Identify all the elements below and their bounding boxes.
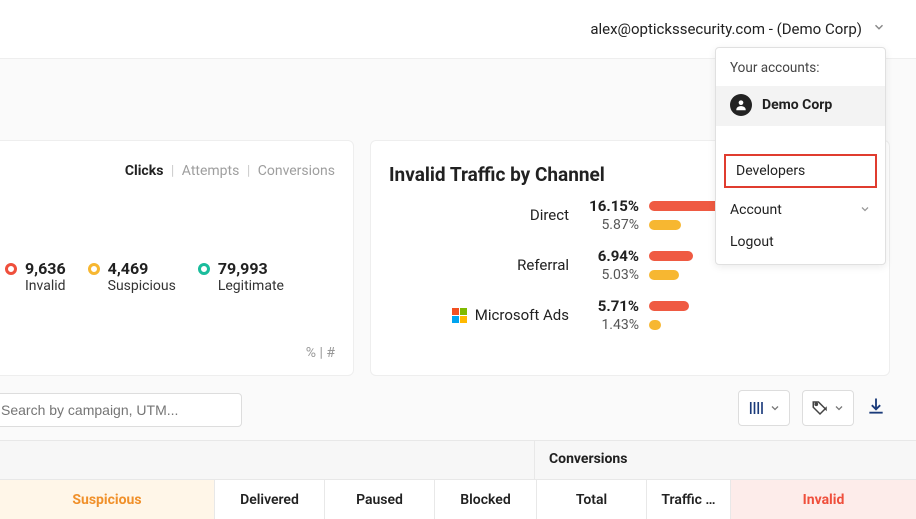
developers-link[interactable]: Developers xyxy=(724,154,877,188)
microsoft-icon xyxy=(452,308,467,323)
channel-name: Microsoft Ads xyxy=(389,306,569,324)
stats-row: 9,636 Invalid 4,469 Suspicious 79,993 Le… xyxy=(5,259,339,294)
table-toolbar xyxy=(738,390,886,426)
data-table: Conversions Suspicious Delivered Paused … xyxy=(0,440,916,519)
tag-icon xyxy=(811,399,829,417)
tags-button[interactable] xyxy=(802,390,854,426)
chevron-down-icon xyxy=(859,203,871,218)
card-title: Invalid Traffic by Channel xyxy=(389,163,605,186)
dropdown-title: Your accounts: xyxy=(716,48,885,86)
stat-label: Suspicious xyxy=(108,278,176,294)
chevron-down-icon xyxy=(769,402,781,414)
dot-icon xyxy=(88,263,100,275)
stat-value: 79,993 xyxy=(218,259,284,278)
stat-value: 4,469 xyxy=(108,259,176,278)
chevron-down-icon xyxy=(833,402,845,414)
developers-label: Developers xyxy=(736,163,805,179)
columns-icon xyxy=(747,399,765,417)
summary-card: Clicks | Attempts | Conversions 9,636 In… xyxy=(0,140,354,376)
stat-suspicious: 4,469 Suspicious xyxy=(88,259,176,294)
account-label: Account xyxy=(730,202,782,218)
group-conversions: Conversions xyxy=(535,441,916,479)
dot-icon xyxy=(5,263,17,275)
bar-suspicious xyxy=(649,220,681,230)
dot-icon xyxy=(198,263,210,275)
bar-invalid xyxy=(649,251,693,261)
logout-label: Logout xyxy=(730,234,774,250)
tab-conversions[interactable]: Conversions xyxy=(258,163,335,179)
stat-legitimate: 79,993 Legitimate xyxy=(198,259,284,294)
channel-name: Direct xyxy=(389,206,569,224)
col-blocked[interactable]: Blocked xyxy=(435,479,537,519)
bar-invalid xyxy=(649,301,689,311)
stat-label: Invalid xyxy=(25,278,66,294)
col-suspicious[interactable]: Suspicious xyxy=(0,479,215,519)
channel-name: Referral xyxy=(389,256,569,274)
chevron-down-icon xyxy=(872,20,886,38)
logout-link[interactable]: Logout xyxy=(716,226,885,258)
col-total[interactable]: Total xyxy=(537,479,647,519)
columns-button[interactable] xyxy=(738,390,790,426)
stat-label: Legitimate xyxy=(218,278,284,294)
col-delivered[interactable]: Delivered xyxy=(215,479,325,519)
col-traffic[interactable]: Traffic … xyxy=(647,479,731,519)
stat-invalid: 9,636 Invalid xyxy=(5,259,66,294)
channel-row-microsoft-ads: Microsoft Ads 5.71% 1.43% xyxy=(389,297,871,333)
table-group-row: Conversions xyxy=(0,441,916,479)
summary-tabs: Clicks | Attempts | Conversions xyxy=(125,163,335,179)
account-switcher[interactable]: alex@optickssecurity.com - (Demo Corp) xyxy=(590,20,886,38)
stat-value: 9,636 xyxy=(25,259,66,278)
search-input[interactable] xyxy=(0,393,242,427)
bar-suspicious xyxy=(649,270,679,280)
account-dropdown: Your accounts: Demo Corp Developers Acco… xyxy=(715,47,886,265)
channel-pct-invalid: 16.15% xyxy=(579,197,639,215)
tab-clicks[interactable]: Clicks xyxy=(125,163,164,179)
channel-pct-suspicious: 5.87% xyxy=(579,217,639,233)
download-button[interactable] xyxy=(866,396,886,420)
col-invalid[interactable]: Invalid xyxy=(731,479,916,519)
col-paused[interactable]: Paused xyxy=(325,479,435,519)
dropdown-spacer xyxy=(716,126,885,154)
channel-pct-suspicious: 1.43% xyxy=(579,317,639,333)
account-item-label: Demo Corp xyxy=(762,97,832,113)
table-header-row: Suspicious Delivered Paused Blocked Tota… xyxy=(0,479,916,519)
tab-attempts[interactable]: Attempts xyxy=(182,163,240,179)
value-mode-toggle[interactable]: % | # xyxy=(306,345,335,361)
channel-pct-invalid: 5.71% xyxy=(579,297,639,315)
account-settings-link[interactable]: Account xyxy=(716,194,885,226)
account-email: alex@optickssecurity.com - (Demo Corp) xyxy=(590,20,862,38)
user-icon xyxy=(730,94,752,116)
channel-pct-suspicious: 5.03% xyxy=(579,267,639,283)
bar-suspicious xyxy=(649,320,661,330)
channel-pct-invalid: 6.94% xyxy=(579,247,639,265)
account-item-demo-corp[interactable]: Demo Corp xyxy=(716,86,885,126)
